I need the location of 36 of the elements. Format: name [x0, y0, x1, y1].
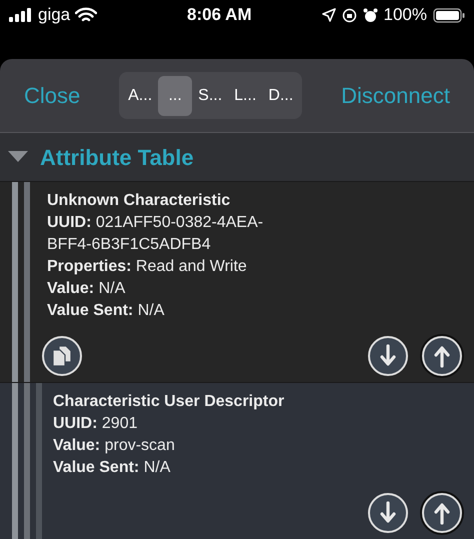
- field-text: UUID: 2901: [53, 414, 138, 434]
- segment-tab[interactable]: ...: [158, 76, 192, 116]
- battery-icon: [433, 8, 465, 22]
- collapse-triangle-icon[interactable]: [8, 151, 28, 163]
- close-button[interactable]: Close: [24, 79, 80, 112]
- segment-tab[interactable]: A...: [122, 76, 158, 116]
- section-title: Attribute Table: [40, 144, 194, 172]
- attribute-title: Unknown Characteristic: [47, 191, 232, 211]
- down-arrow-icon: [380, 501, 396, 525]
- field-text: Properties: Read and Write: [47, 257, 248, 277]
- field-text: Value Sent: N/A: [47, 301, 166, 321]
- down-arrow-icon: [380, 344, 396, 368]
- segment-tab[interactable]: S...: [192, 76, 228, 116]
- segment-tab[interactable]: D...: [262, 76, 300, 116]
- rotation-lock-icon: [342, 8, 357, 22]
- carrier-name: giga: [38, 4, 70, 26]
- clock-time: 8:06 AM: [187, 4, 252, 26]
- write-button[interactable]: [422, 493, 462, 533]
- wifi-icon: [75, 7, 98, 23]
- read-button[interactable]: [368, 493, 408, 533]
- field-text: Value: prov-scan: [53, 436, 176, 456]
- location-arrow-icon: [322, 8, 336, 22]
- field-text: Value: N/A: [47, 279, 126, 299]
- documents-icon: [51, 344, 73, 368]
- battery-percent: 100%: [384, 4, 427, 26]
- field-text: Value Sent: N/A: [53, 458, 172, 478]
- up-arrow-icon: [434, 501, 450, 525]
- attribute-title: Characteristic User Descriptor: [53, 392, 284, 412]
- field-text: UUID: 021AFF50-0382-4AEA-BFF4-6B3F1C5ADFB4: [47, 213, 264, 255]
- segment-tab[interactable]: L...: [228, 76, 262, 116]
- read-button[interactable]: [368, 336, 408, 376]
- write-button[interactable]: [422, 336, 462, 376]
- up-arrow-icon: [434, 344, 450, 368]
- disconnect-button[interactable]: Disconnect: [341, 79, 450, 112]
- signal-icon: [9, 8, 33, 22]
- copy-button[interactable]: [42, 336, 82, 376]
